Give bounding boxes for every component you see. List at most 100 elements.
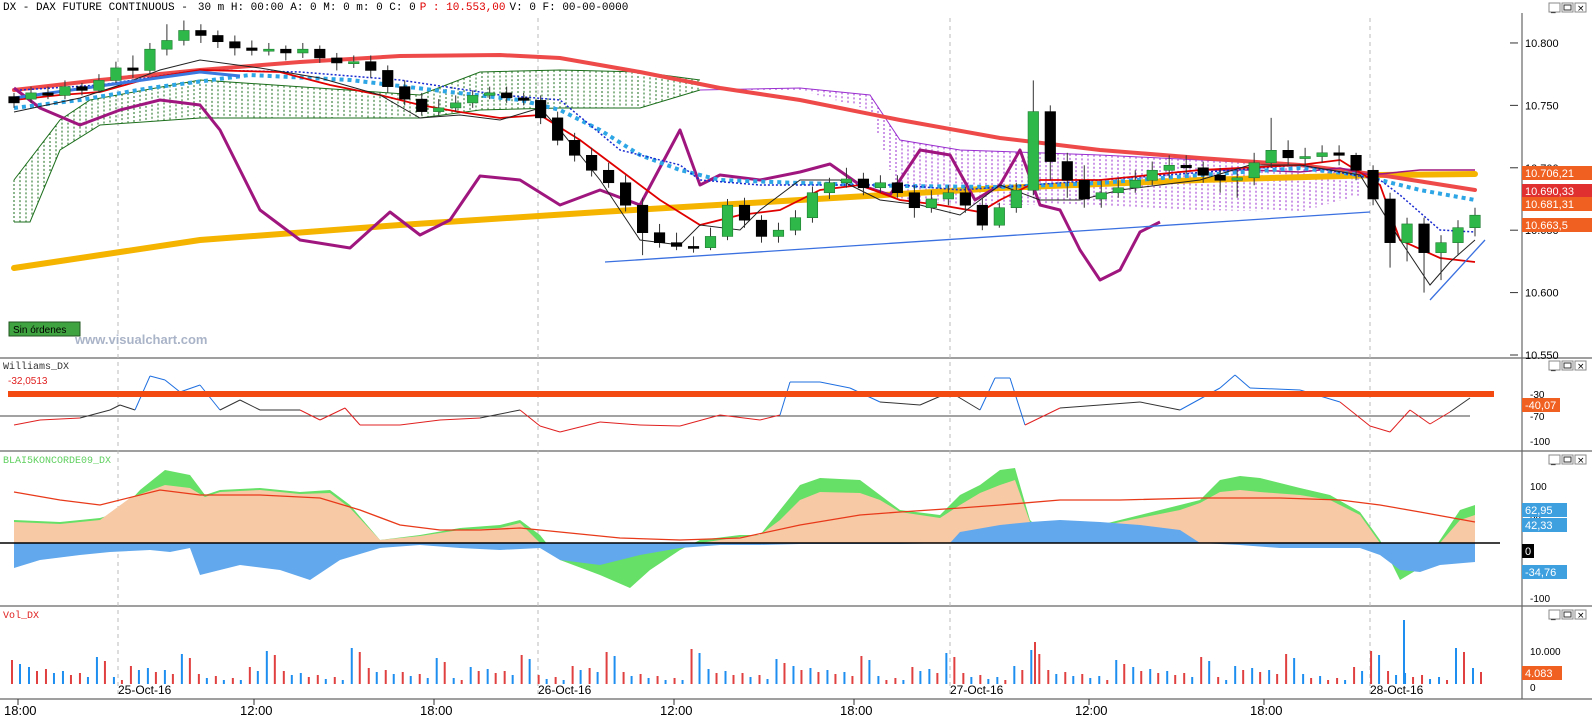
candle-body [484, 92, 496, 96]
candle-body [1214, 174, 1226, 181]
candle-body [93, 80, 105, 91]
williams-value: -32,0513 [8, 376, 48, 387]
candle-body [161, 40, 173, 50]
candle-body [76, 86, 88, 91]
candle-body [874, 182, 886, 189]
candle-body [857, 178, 869, 189]
williams-value-tag-text: -40,07 [1525, 400, 1556, 412]
x-time-label: 12:00 [1075, 703, 1108, 718]
candle-body [450, 102, 462, 109]
candle-body [1197, 167, 1209, 176]
candle-body [772, 229, 785, 237]
price-tick-label: 10.750 [1525, 100, 1559, 112]
candle-body [1027, 111, 1039, 191]
williams-title: Williams_DX [3, 361, 69, 373]
candle-body [976, 204, 988, 226]
svg-text:×: × [1577, 362, 1585, 372]
blai5-tick-label: 100 [1530, 482, 1547, 493]
candle-body [348, 61, 360, 64]
candle-body [535, 100, 547, 119]
candle-body [1180, 164, 1192, 169]
price-value-tag-text: 10.663,5 [1525, 220, 1568, 232]
williams-tick-label: -100 [1530, 437, 1550, 448]
volume-panel [0, 607, 1510, 699]
price-tick-label: 10.800 [1525, 38, 1559, 50]
x-time-label: 18:00 [4, 703, 37, 718]
candle-body [586, 154, 598, 171]
candle-body [1044, 111, 1056, 162]
candle-body [144, 48, 156, 71]
candle-body [1095, 192, 1107, 200]
candle-body [1129, 179, 1141, 189]
svg-text:_: _ [1550, 611, 1556, 621]
price-tick-label: 10.600 [1525, 288, 1559, 300]
blai5-value-tag-text: -34,76 [1525, 567, 1556, 579]
candle-body [416, 98, 428, 112]
candle-body [1333, 152, 1345, 156]
x-date-label: 26-Oct-16 [538, 683, 592, 697]
candle-body [721, 204, 734, 237]
volume-tick-label: 10.000 [1530, 647, 1561, 658]
chart-canvas: 10.80010.75010.70010.65010.60010.550-30-… [0, 2, 1592, 718]
order-badge-label: Sin órdenes [13, 325, 66, 336]
candle-body [1163, 164, 1175, 171]
candle-body [467, 95, 479, 104]
candle-body [942, 192, 954, 200]
candle-body [552, 117, 564, 141]
candle-body [1061, 161, 1073, 181]
header-title: DX - DAX FUTURE CONTINUOUS -30 m H: 00:0… [3, 2, 628, 14]
volume-tick-label: 0 [1530, 683, 1536, 694]
candle-body [1452, 227, 1464, 243]
svg-text:×: × [1577, 456, 1585, 466]
candle-body [823, 182, 836, 194]
watermark-text: www.visualchart.com [74, 332, 207, 347]
candle-body [925, 198, 937, 209]
candle-body [195, 30, 207, 36]
volume-value-tag-text: 4.083 [1525, 668, 1553, 680]
candle-body [212, 35, 224, 43]
blai5-value-tag-text: 42,33 [1525, 520, 1553, 532]
x-time-label: 12:00 [240, 703, 273, 718]
candle-body [569, 140, 581, 156]
order-badge[interactable]: Sin órdenes [8, 321, 81, 337]
candle-body [908, 192, 920, 209]
candle-body [840, 178, 852, 184]
svg-text:×: × [1577, 611, 1585, 621]
candle-body [365, 61, 377, 71]
candle-body [1367, 169, 1379, 200]
candle-body [399, 86, 411, 100]
svg-text:_: _ [1550, 4, 1556, 14]
candle-body [1248, 162, 1260, 179]
candle-body [1231, 177, 1243, 181]
candle-body [959, 192, 971, 206]
svg-text:_: _ [1550, 456, 1556, 466]
candle-body [110, 67, 122, 81]
blai5-tick-label: -100 [1530, 594, 1550, 605]
candle-body [433, 107, 445, 112]
candle-body [704, 236, 717, 248]
candle-body [382, 70, 394, 87]
volume-title: Vol_DX [3, 610, 39, 622]
candle-body [806, 192, 819, 219]
x-time-label: 18:00 [420, 703, 453, 718]
candle-body [1010, 189, 1022, 209]
candle-body [1469, 214, 1481, 228]
price-value-tag-text: 10.690,33 [1525, 186, 1574, 198]
candle-body [738, 204, 751, 221]
candle-body [280, 48, 292, 54]
candle-body [637, 204, 649, 233]
candle-body [518, 97, 530, 101]
svg-text:×: × [1577, 4, 1585, 14]
candle-body [755, 219, 768, 237]
x-date-label: 25-Oct-16 [118, 683, 172, 697]
candle-body [1112, 187, 1124, 194]
x-date-label: 27-Oct-16 [950, 683, 1004, 697]
candle-body [59, 86, 71, 96]
candle-body [1146, 169, 1158, 181]
blai5-title: BLAI5KONCORDE09_DX [3, 456, 111, 467]
candle-body [603, 169, 615, 184]
candle-body [1435, 242, 1447, 253]
x-date-label: 28-Oct-16 [1370, 683, 1424, 697]
blai5-value-tag-text: 0 [1525, 546, 1531, 558]
candle-body [670, 242, 683, 247]
